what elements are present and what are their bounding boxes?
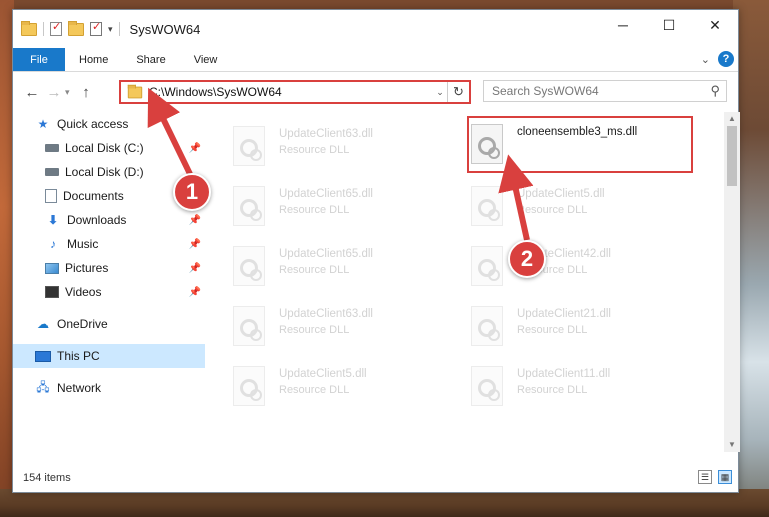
arrow-to-address-bar xyxy=(147,87,193,176)
annotation-arrows xyxy=(147,87,534,241)
step-2-badge: 2 xyxy=(508,240,546,278)
arrow-to-dll-file xyxy=(498,154,534,241)
step-1-badge: 1 xyxy=(173,173,211,211)
